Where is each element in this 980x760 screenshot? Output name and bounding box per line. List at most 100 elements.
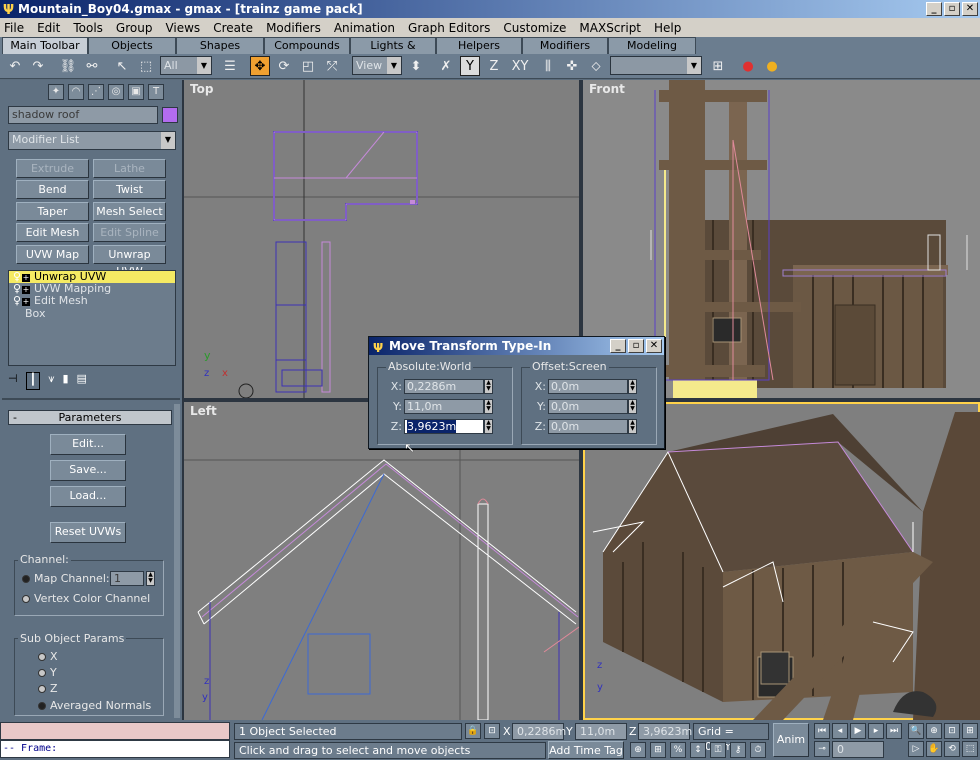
offset-z-input[interactable]: 0,0m bbox=[548, 418, 628, 434]
named-selection-dropdown[interactable]: ▼ bbox=[610, 56, 702, 75]
bend-button[interactable]: Bend bbox=[16, 180, 89, 199]
create-tab-icon[interactable]: ✦ bbox=[48, 84, 64, 100]
material-editor-icon[interactable]: ● bbox=[738, 56, 758, 76]
restrict-xy-button[interactable]: XY bbox=[508, 56, 532, 76]
axis-z-radio[interactable]: Z bbox=[38, 682, 58, 695]
stack-item-box[interactable]: Box bbox=[9, 308, 175, 320]
stack-item-edit-mesh[interactable]: ♀ + Edit Mesh bbox=[9, 295, 175, 307]
mirror-icon[interactable]: ⫼ bbox=[538, 56, 558, 76]
menu-group[interactable]: Group bbox=[116, 21, 153, 35]
modify-tab-icon[interactable]: ◠ bbox=[68, 84, 84, 100]
reset-uvws-button[interactable]: Reset UVWs bbox=[50, 522, 126, 543]
map-channel-radio[interactable]: Map Channel: bbox=[22, 572, 110, 585]
offset-y-input[interactable]: 0,0m bbox=[548, 398, 628, 414]
edit-spline-button[interactable]: Edit Spline bbox=[93, 223, 166, 242]
display-tab-icon[interactable]: ▣ bbox=[128, 84, 144, 100]
absolute-x-spinner[interactable]: ▲ ▼ bbox=[484, 378, 493, 394]
tab-objects[interactable]: Objects bbox=[88, 37, 176, 54]
menu-animation[interactable]: Animation bbox=[334, 21, 395, 35]
scale-icon[interactable]: ◰ bbox=[298, 56, 318, 76]
pivot-center-icon[interactable]: ⬍ bbox=[406, 56, 426, 76]
key-mode-icon[interactable]: ⚿ bbox=[710, 742, 726, 758]
absolute-z-spinner[interactable]: ▲ ▼ bbox=[484, 418, 493, 434]
modifier-stack[interactable]: ♀ + Unwrap UVW ♀ + UVW Mapping ♀ + Edit Mesh B… bbox=[8, 270, 176, 366]
percent-snap-icon[interactable]: % bbox=[670, 742, 686, 758]
lightbulb-icon[interactable]: ♀ bbox=[13, 295, 22, 307]
viewport-perspective[interactable]: z y bbox=[583, 402, 980, 720]
menu-tools[interactable]: Tools bbox=[73, 21, 103, 35]
offset-z-spinner[interactable]: ▲ ▼ bbox=[628, 418, 637, 434]
menu-maxscript[interactable]: MAXScript bbox=[579, 21, 641, 35]
coord-x-field[interactable]: 0,2286m bbox=[512, 723, 566, 740]
taper-button[interactable]: Taper bbox=[16, 202, 89, 221]
maxscript-listener-mini[interactable] bbox=[0, 722, 230, 740]
viewport-label-front[interactable]: Front bbox=[589, 82, 625, 96]
key-mode-toggle-icon[interactable]: ⊸ bbox=[814, 741, 830, 757]
move-icon[interactable]: ✥ bbox=[250, 56, 270, 76]
mesh-select-button[interactable]: Mesh Select bbox=[93, 202, 166, 221]
edit-mesh-button[interactable]: Edit Mesh bbox=[16, 223, 89, 242]
lathe-button[interactable]: Lathe bbox=[93, 159, 166, 178]
menu-graph-editors[interactable]: Graph Editors bbox=[408, 21, 490, 35]
motion-tab-icon[interactable]: ◎ bbox=[108, 84, 124, 100]
map-channel-spinner[interactable]: ▲ ▼ bbox=[146, 571, 155, 586]
unlink-icon[interactable]: ⚯ bbox=[82, 56, 102, 76]
modifier-list-dropdown[interactable]: Modifier List ▼ bbox=[8, 131, 176, 150]
spacing-tool-icon[interactable]: ⬦ bbox=[586, 56, 606, 76]
next-frame-icon[interactable]: ▸ bbox=[868, 723, 884, 739]
go-to-end-icon[interactable]: ⏭ bbox=[886, 723, 902, 739]
make-unique-icon[interactable]: ⩛ bbox=[48, 372, 54, 390]
minimize-button[interactable]: _ bbox=[926, 2, 942, 16]
time-config-icon[interactable]: ⏱ bbox=[750, 742, 766, 758]
tab-shapes[interactable]: Shapes bbox=[176, 37, 264, 54]
object-color-swatch[interactable] bbox=[162, 107, 178, 123]
tab-main-toolbar[interactable]: Main Toolbar bbox=[2, 37, 88, 54]
field-of-view-icon[interactable]: ▷ bbox=[908, 741, 924, 757]
uvw-map-button[interactable]: UVW Map bbox=[16, 245, 89, 264]
zoom-extents-icon[interactable]: ⊡ bbox=[944, 723, 960, 739]
dialog-minimize-button[interactable]: _ bbox=[610, 339, 626, 353]
menu-customize[interactable]: Customize bbox=[503, 21, 566, 35]
parameters-rollout-header[interactable]: - Parameters bbox=[8, 410, 172, 425]
configure-sets-icon[interactable]: ▤ bbox=[77, 372, 87, 390]
reference-coordinate-dropdown[interactable]: View ▼ bbox=[352, 56, 402, 75]
select-manipulate-icon[interactable]: ⤱ bbox=[322, 56, 342, 76]
add-time-tag-button[interactable]: Add Time Tag bbox=[548, 741, 624, 759]
rotate-icon[interactable]: ⟳ bbox=[274, 56, 294, 76]
axis-y-radio[interactable]: Y bbox=[38, 666, 57, 679]
key-filters-icon[interactable]: ⚷ bbox=[730, 742, 746, 758]
tab-helpers[interactable]: Helpers bbox=[436, 37, 522, 54]
tab-compounds[interactable]: Compounds bbox=[264, 37, 350, 54]
selection-filter-dropdown[interactable]: All ▼ bbox=[160, 56, 212, 75]
tab-modifiers[interactable]: Modifiers bbox=[522, 37, 608, 54]
menu-edit[interactable]: Edit bbox=[37, 21, 60, 35]
pin-stack-icon[interactable]: ⊣ bbox=[8, 372, 18, 390]
edit-uvw-button[interactable]: Edit... bbox=[50, 434, 126, 455]
utilities-tab-icon[interactable]: T bbox=[148, 84, 164, 100]
dialog-title-bar[interactable]: Ψ Move Transform Type-In _ ▫ ✕ bbox=[369, 337, 664, 355]
play-icon[interactable]: ▶ bbox=[850, 723, 866, 739]
region-select-icon[interactable]: ⬚ bbox=[136, 56, 156, 76]
dialog-maximize-button[interactable]: ▫ bbox=[628, 339, 644, 353]
unwrap-uvw-button[interactable]: Unwrap UVW bbox=[93, 245, 166, 278]
zoom-extents-all-icon[interactable]: ⊞ bbox=[962, 723, 978, 739]
previous-frame-icon[interactable]: ◂ bbox=[832, 723, 848, 739]
angle-snap-icon[interactable]: ⊞ bbox=[650, 742, 666, 758]
redo-icon[interactable]: ↷ bbox=[28, 56, 48, 76]
show-end-result-icon[interactable]: ┃ bbox=[25, 372, 41, 390]
animate-toggle-button[interactable]: Anim bbox=[773, 723, 809, 757]
maxscript-prompt[interactable]: -- Frame: bbox=[0, 740, 230, 758]
coord-y-field[interactable]: 11,0m bbox=[575, 723, 627, 740]
menu-help[interactable]: Help bbox=[654, 21, 681, 35]
absolute-z-input[interactable]: 3,9623m bbox=[404, 418, 484, 434]
current-frame-field[interactable]: 0 bbox=[832, 741, 884, 758]
viewport-label-left[interactable]: Left bbox=[190, 404, 217, 418]
absolute-y-input[interactable]: 11,0m bbox=[404, 398, 484, 414]
tab-lights-cameras[interactable]: Lights & Cameras bbox=[350, 37, 436, 68]
zoom-icon[interactable]: 🔍 bbox=[908, 723, 924, 739]
vertex-color-radio[interactable]: Vertex Color Channel bbox=[22, 592, 150, 605]
maximize-viewport-icon[interactable]: ⬚ bbox=[962, 741, 978, 757]
absolute-mode-icon[interactable]: ⊡ bbox=[484, 723, 500, 739]
extrude-button[interactable]: Extrude bbox=[16, 159, 89, 178]
arc-rotate-icon[interactable]: ⟲ bbox=[944, 741, 960, 757]
